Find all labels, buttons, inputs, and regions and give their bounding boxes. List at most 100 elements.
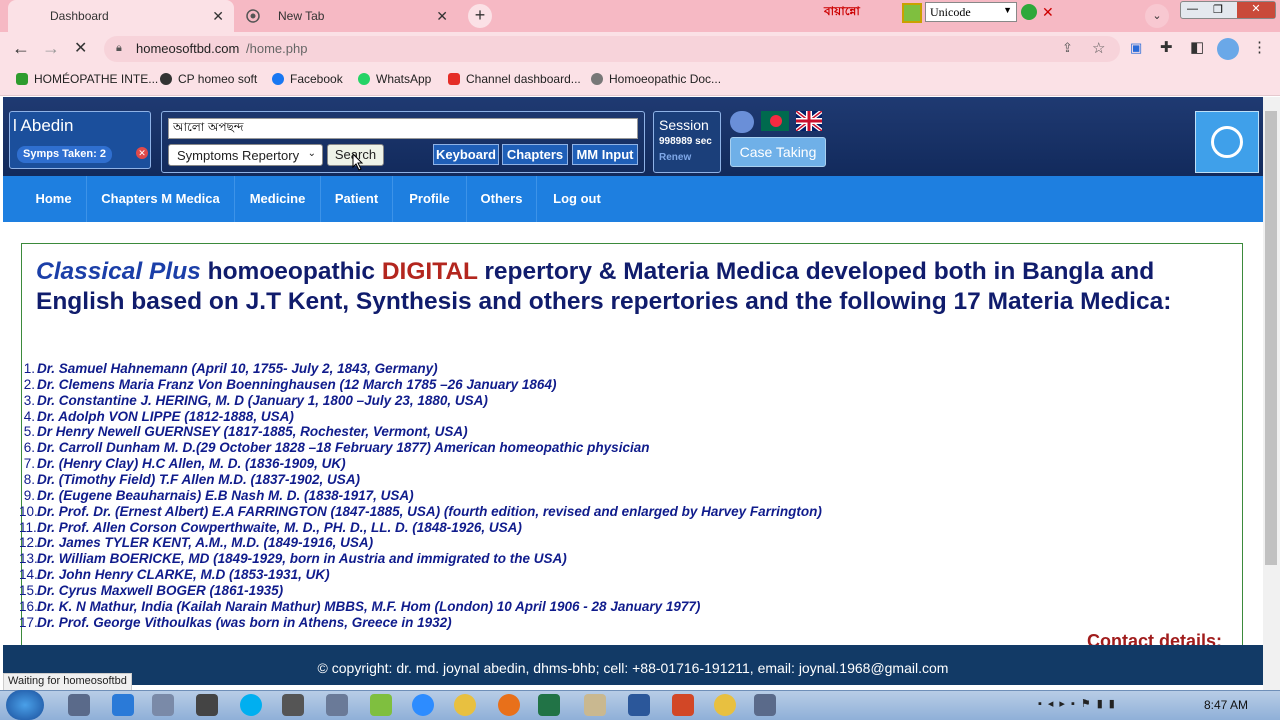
list-item-text: Dr. Prof. Dr. (Ernest Albert) E.A FARRIN… bbox=[37, 503, 822, 519]
taskbar-app-icon[interactable] bbox=[152, 694, 174, 716]
list-number: 6. bbox=[23, 440, 35, 456]
search-input[interactable] bbox=[168, 118, 638, 139]
tab-new-tab[interactable]: New Tab ✕ bbox=[236, 0, 458, 32]
zoom-icon[interactable] bbox=[412, 694, 434, 716]
brand-name: Classical Plus bbox=[36, 258, 201, 285]
forward-icon[interactable]: → bbox=[42, 38, 60, 59]
new-tab-button[interactable]: + bbox=[468, 4, 492, 28]
list-number: 11. bbox=[19, 519, 37, 535]
nav-profile[interactable]: Profile bbox=[393, 176, 467, 222]
chrome-icon[interactable] bbox=[714, 694, 736, 716]
close-icon[interactable]: ✕ bbox=[212, 8, 224, 25]
stop-icon[interactable]: ✕ bbox=[74, 38, 87, 58]
taskbar-app-icon[interactable] bbox=[754, 694, 776, 716]
maximize-icon[interactable]: ❐ bbox=[1213, 3, 1223, 16]
main-nav: Home Chapters M Medica Medicine Patient … bbox=[3, 176, 1263, 222]
share-icon[interactable]: ⇪ bbox=[1062, 40, 1073, 56]
scrollbar-thumb[interactable] bbox=[1265, 111, 1277, 565]
chapters-button[interactable]: Chapters bbox=[502, 144, 568, 165]
avatar[interactable] bbox=[1217, 38, 1239, 60]
bangladesh-flag-icon[interactable] bbox=[761, 111, 789, 131]
scrollbar[interactable] bbox=[1263, 97, 1280, 690]
nav-log-out[interactable]: Log out bbox=[537, 176, 617, 222]
repertory-select[interactable]: Symptoms Repertory ⌄ bbox=[168, 144, 323, 166]
list-item-text: Dr. John Henry CLARKE, M.D (1853-1931, U… bbox=[37, 567, 330, 583]
extensions-icon[interactable]: ✚ bbox=[1160, 38, 1173, 56]
nav-medicine[interactable]: Medicine bbox=[235, 176, 321, 222]
nav-patient[interactable]: Patient bbox=[321, 176, 393, 222]
bookmark-star-icon[interactable]: ☆ bbox=[1092, 39, 1105, 57]
bookmark-item[interactable]: Homoeopathic Doc... bbox=[591, 72, 721, 86]
web-page: l Abedin Symps Taken: 2 ✕ Symptoms Reper… bbox=[3, 97, 1263, 645]
extension-red-icon[interactable]: ✕ bbox=[1042, 4, 1058, 20]
minimize-icon[interactable]: — bbox=[1187, 3, 1198, 15]
translate-icon[interactable] bbox=[730, 111, 754, 133]
uk-flag-icon[interactable] bbox=[794, 109, 824, 133]
taskbar-app-icon[interactable] bbox=[68, 694, 90, 716]
taskbar-app-icon[interactable] bbox=[326, 694, 348, 716]
extension-green-icon[interactable] bbox=[1021, 4, 1037, 20]
excel-icon[interactable] bbox=[538, 694, 560, 716]
clear-icon[interactable]: ✕ bbox=[136, 147, 148, 159]
whatsapp-icon bbox=[358, 73, 370, 85]
system-tray-icons[interactable]: ▪◂▸▪⚑▮▮ bbox=[1038, 697, 1188, 713]
cast-icon[interactable]: ▣ bbox=[1130, 40, 1142, 56]
start-button[interactable] bbox=[6, 690, 44, 720]
symps-taken-badge[interactable]: Symps Taken: 2 bbox=[17, 146, 112, 163]
back-icon[interactable]: ← bbox=[12, 38, 30, 59]
word-icon[interactable] bbox=[628, 694, 650, 716]
bookmark-item[interactable]: Channel dashboard... bbox=[448, 72, 581, 86]
taskbar-app-icon[interactable] bbox=[282, 694, 304, 716]
keyboard-button[interactable]: Keyboard bbox=[433, 144, 499, 165]
list-item: 12.Dr. James TYLER KENT, A.M., M.D. (184… bbox=[19, 535, 373, 551]
unicode-select[interactable]: Unicode ▼ bbox=[925, 2, 1017, 22]
unicode-select-value: Unicode bbox=[930, 5, 971, 19]
chrome-icon[interactable] bbox=[454, 694, 476, 716]
list-number: 15. bbox=[19, 582, 38, 598]
address-bar[interactable]: 🔒︎ homeosoftbd.com /home.php ⇪ ☆ bbox=[104, 36, 1120, 62]
side-panel-icon[interactable]: ◧ bbox=[1190, 38, 1204, 56]
session-label: Session bbox=[659, 117, 709, 133]
nav-others[interactable]: Others bbox=[467, 176, 537, 222]
firefox-icon[interactable] bbox=[498, 694, 520, 716]
chrome-icon bbox=[246, 9, 260, 23]
list-item-text: Dr. Samuel Hahnemann (April 10, 1755- Ju… bbox=[37, 361, 438, 376]
bookmark-item[interactable]: CP homeo soft bbox=[160, 72, 257, 86]
chevron-down-icon[interactable]: ⌄ bbox=[1145, 4, 1169, 28]
taskbar-app-icon[interactable] bbox=[196, 694, 218, 716]
cursor-icon bbox=[352, 153, 364, 171]
powerpoint-icon[interactable] bbox=[672, 694, 694, 716]
renew-link[interactable]: Renew bbox=[659, 152, 691, 163]
menu-icon[interactable]: ⋮ bbox=[1252, 38, 1267, 56]
close-window-icon[interactable]: ✕ bbox=[1237, 2, 1275, 18]
list-number: 3. bbox=[23, 392, 35, 408]
mm-input-button[interactable]: MM Input bbox=[572, 144, 638, 165]
bookmark-item[interactable]: HOMÉOPATHE INTE... bbox=[16, 72, 158, 86]
taskbar-app-icon[interactable] bbox=[370, 694, 392, 716]
list-item: 16.Dr. K. N Mathur, India (Kailah Narain… bbox=[19, 598, 700, 614]
facebook-icon bbox=[272, 73, 284, 85]
user-box: l Abedin Symps Taken: 2 ✕ bbox=[9, 111, 151, 169]
clock: 8:47 AM bbox=[1204, 698, 1249, 712]
close-icon[interactable]: ✕ bbox=[436, 8, 448, 25]
bookmark-label: CP homeo soft bbox=[178, 72, 258, 86]
list-item-text: Dr. Adolph VON LIPPE (1812-1888, USA) bbox=[37, 408, 294, 424]
nav-home[interactable]: Home bbox=[21, 176, 87, 222]
url-host: homeosoftbd.com bbox=[136, 41, 240, 56]
nav-chapters-m-medica[interactable]: Chapters M Medica bbox=[87, 176, 235, 222]
extension-icon[interactable] bbox=[902, 3, 922, 23]
taskbar-app-icon[interactable] bbox=[584, 694, 606, 716]
list-number: 4. bbox=[23, 408, 35, 424]
list-item: 4. Dr. Adolph VON LIPPE (1812-1888, USA) bbox=[21, 409, 294, 424]
list-number: 12. bbox=[19, 535, 38, 551]
ie-icon[interactable] bbox=[112, 694, 134, 716]
case-taking-button[interactable]: Case Taking bbox=[730, 137, 826, 167]
list-item: 6. Dr. Carroll Dunham M. D.(29 October 18… bbox=[21, 440, 650, 456]
site-header: l Abedin Symps Taken: 2 ✕ Symptoms Reper… bbox=[3, 97, 1263, 176]
lock-icon: 🔒︎ bbox=[116, 42, 122, 54]
bookmark-item[interactable]: WhatsApp bbox=[358, 72, 431, 86]
tab-dashboard[interactable]: Dashboard ✕ bbox=[8, 0, 234, 32]
skype-icon[interactable] bbox=[240, 694, 262, 716]
bookmark-item[interactable]: Facebook bbox=[272, 72, 343, 86]
list-number: 16. bbox=[19, 598, 38, 614]
